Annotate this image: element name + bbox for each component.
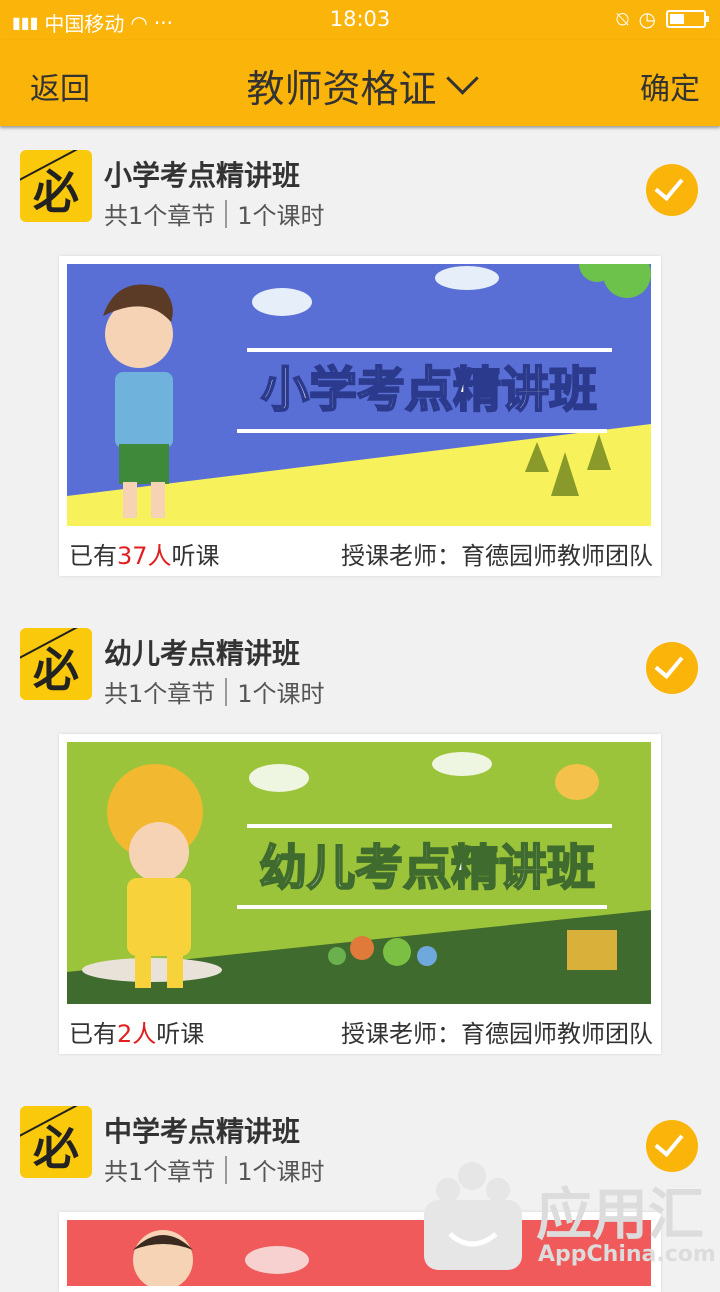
listener-info: 已有37人听课: [69, 542, 220, 570]
teacher-info: 授课老师：育德园师教师团队: [341, 1020, 653, 1048]
chapter-count: 共1个章节: [104, 1158, 216, 1186]
page-title: 教师资格证: [246, 67, 437, 111]
course-footer: 已有37人听课 授课老师：育德园师教师团队: [69, 530, 653, 570]
selected-check-icon[interactable]: [646, 164, 698, 216]
course-banner: 幼儿考点精讲班: [67, 742, 651, 1004]
banner-title: 幼儿考点精讲班: [259, 840, 595, 896]
appchina-watermark: 应用汇 AppChina.com: [420, 1150, 720, 1280]
listener-count: 2人: [117, 1020, 157, 1048]
badge-glyph: 必: [33, 643, 79, 697]
course-card[interactable]: 小学考点精讲班 已有37人听课 授课老师：育德园师教师团队: [59, 256, 661, 576]
required-badge-icon: 必: [20, 150, 92, 222]
navigation-bar: 返回 教师资格证 确定: [0, 40, 720, 126]
course-meta: 共1个章节 1个课时: [104, 1152, 325, 1187]
hour-count: 1个课时: [237, 1158, 325, 1186]
banner-title: 小学考点精讲班: [261, 362, 597, 418]
alarm-icon: ◷: [638, 7, 656, 31]
badge-glyph: 必: [33, 165, 79, 219]
badge-glyph: 必: [33, 1121, 79, 1175]
course-meta: 共1个章节 1个课时: [104, 196, 325, 231]
meta-divider: [225, 199, 228, 228]
status-right: ⍉ ◷: [616, 7, 709, 31]
status-time: 18:03: [329, 7, 391, 31]
confirm-button[interactable]: 确定: [640, 64, 700, 108]
course-card[interactable]: 幼儿考点精讲班 已有2人听课 授课老师：育德园师教师团队: [59, 734, 661, 1054]
required-badge-icon: 必: [20, 1106, 92, 1178]
watermark-name: 应用汇: [536, 1183, 704, 1248]
mute-icon: ⍉: [616, 7, 629, 31]
required-badge-icon: 必: [20, 628, 92, 700]
course-name: 小学考点精讲班: [104, 159, 301, 192]
status-bar: ▮▮▮ 中国移动 ◠ ··· 18:03 ⍉ ◷: [0, 0, 720, 40]
hour-count: 1个课时: [237, 680, 325, 708]
meta-divider: [225, 677, 228, 706]
chevron-down-icon: [445, 62, 479, 95]
chapter-count: 共1个章节: [104, 202, 216, 230]
course-meta: 共1个章节 1个课时: [104, 674, 325, 709]
hour-count: 1个课时: [237, 202, 325, 230]
battery-icon: [666, 10, 709, 28]
teacher-info: 授课老师：育德园师教师团队: [341, 542, 653, 570]
chapter-count: 共1个章节: [104, 680, 216, 708]
course-banner: 小学考点精讲班: [67, 264, 651, 526]
course-name: 中学考点精讲班: [104, 1115, 301, 1148]
title-dropdown[interactable]: 教师资格证: [0, 58, 720, 113]
course-footer: 已有2人听课 授课老师：育德园师教师团队: [69, 1008, 653, 1048]
meta-divider: [225, 1155, 228, 1184]
listener-count: 37人: [117, 542, 172, 570]
course-name: 幼儿考点精讲班: [104, 637, 301, 670]
selected-check-icon[interactable]: [646, 642, 698, 694]
watermark-domain: AppChina.com: [538, 1242, 716, 1267]
listener-info: 已有2人听课: [69, 1020, 205, 1048]
